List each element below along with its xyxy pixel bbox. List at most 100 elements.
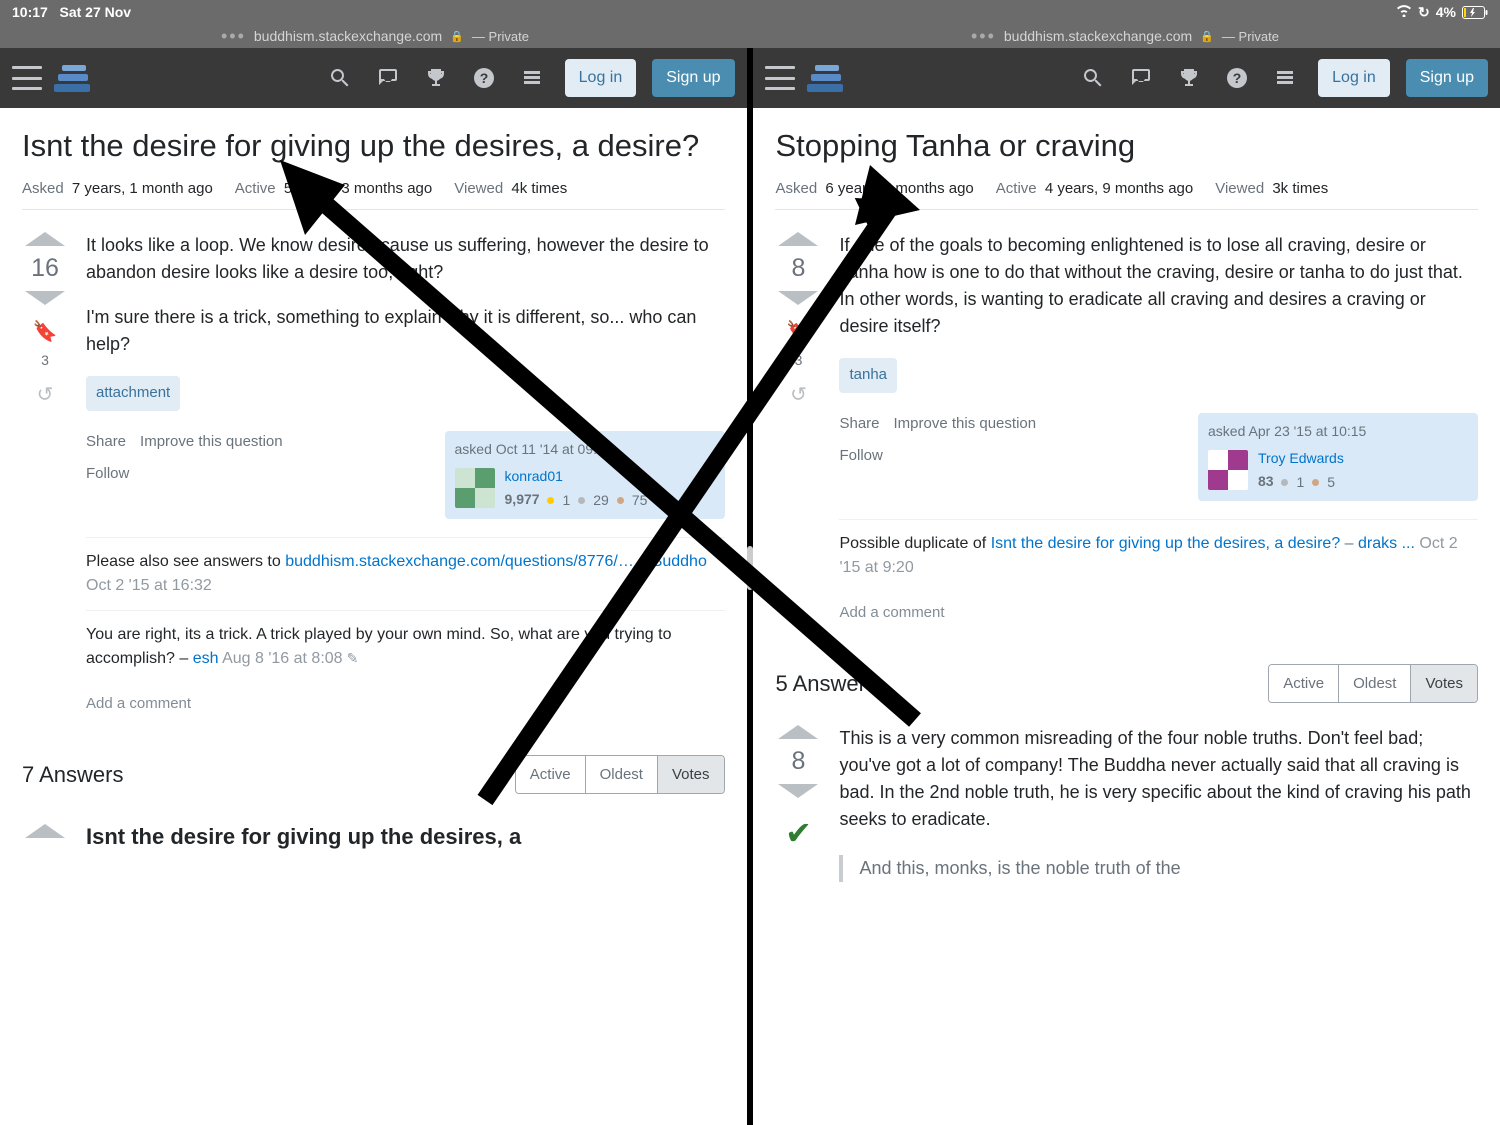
comments: Possible duplicate of Isnt the desire fo… bbox=[839, 519, 1478, 635]
trophy-icon[interactable] bbox=[423, 65, 449, 91]
trophy-icon[interactable] bbox=[1176, 65, 1202, 91]
lock-icon: 🔒 bbox=[450, 30, 464, 43]
question-title: Isnt the desire for giving up the desire… bbox=[22, 126, 725, 166]
search-icon[interactable] bbox=[327, 65, 353, 91]
sort-votes[interactable]: Votes bbox=[658, 756, 724, 793]
asked-timestamp: asked Apr 23 '15 at 10:15 bbox=[1208, 421, 1468, 442]
question-body: If one of the goals to becoming enlighte… bbox=[839, 232, 1478, 634]
user-card: asked Oct 11 '14 at 09:07 konrad01 9,977… bbox=[445, 431, 725, 519]
vote-column: 8 ✔ bbox=[775, 725, 821, 882]
site-logo[interactable] bbox=[54, 58, 90, 98]
upvote-button[interactable] bbox=[25, 232, 65, 246]
svg-text:?: ? bbox=[479, 70, 488, 86]
sort-votes[interactable]: Votes bbox=[1411, 665, 1477, 702]
bookmark-icon[interactable]: 🔖 bbox=[786, 319, 811, 344]
splitview-handle[interactable] bbox=[747, 546, 753, 590]
help-icon[interactable]: ? bbox=[1224, 65, 1250, 91]
improve-link[interactable]: Improve this question bbox=[894, 413, 1037, 436]
comment-user[interactable]: Buddho bbox=[652, 553, 707, 570]
user-link[interactable]: konrad01 bbox=[505, 466, 648, 487]
sort-oldest[interactable]: Oldest bbox=[586, 756, 658, 793]
comment: Please also see answers to buddhism.stac… bbox=[86, 537, 725, 610]
site-logo[interactable] bbox=[807, 58, 843, 98]
sort-oldest[interactable]: Oldest bbox=[1339, 665, 1411, 702]
comment-time: Aug 8 '16 at 8:08 bbox=[222, 650, 342, 667]
gold-badge-icon bbox=[547, 497, 554, 504]
community-icon[interactable] bbox=[1272, 65, 1298, 91]
avatar[interactable] bbox=[455, 468, 495, 508]
silver-badge-icon bbox=[578, 497, 585, 504]
sort-active[interactable]: Active bbox=[1269, 665, 1339, 702]
asked-timestamp: asked Oct 11 '14 at 09:07 bbox=[455, 439, 715, 460]
sort-tabs: Active Oldest Votes bbox=[1268, 664, 1478, 703]
accepted-icon: ✔ bbox=[785, 814, 812, 852]
tab-right[interactable]: ••• buddhism.stackexchange.com 🔒 — Priva… bbox=[750, 24, 1500, 48]
login-button[interactable]: Log in bbox=[1318, 59, 1390, 97]
comments: Please also see answers to buddhism.stac… bbox=[86, 537, 725, 726]
upvote-button[interactable] bbox=[778, 725, 818, 739]
comment-link[interactable]: buddhism.stackexchange.com/questions/877… bbox=[285, 553, 634, 570]
add-comment-link[interactable]: Add a comment bbox=[839, 592, 1478, 635]
signup-button[interactable]: Sign up bbox=[1406, 59, 1488, 97]
follow-link[interactable]: Follow bbox=[86, 463, 283, 486]
follow-link[interactable]: Follow bbox=[839, 445, 1036, 468]
content-right: Stopping Tanha or craving Asked 6 years,… bbox=[753, 108, 1500, 1125]
inbox-icon[interactable] bbox=[375, 65, 401, 91]
question-meta: Asked 6 years, 7 months ago Active 4 yea… bbox=[775, 180, 1478, 210]
sort-tabs: Active Oldest Votes bbox=[515, 755, 725, 794]
upvote-button[interactable] bbox=[25, 824, 65, 838]
answers-count: 7 Answers bbox=[22, 762, 124, 788]
downvote-button[interactable] bbox=[778, 291, 818, 305]
downvote-button[interactable] bbox=[25, 291, 65, 305]
tab-url: buddhism.stackexchange.com bbox=[254, 28, 442, 44]
duplicate-link[interactable]: Isnt the desire for giving up the desire… bbox=[991, 535, 1341, 552]
vote-column: 8 🔖 3 ↺ bbox=[775, 232, 821, 634]
bronze-badge-icon bbox=[617, 497, 624, 504]
improve-link[interactable]: Improve this question bbox=[140, 431, 283, 454]
edit-icon[interactable]: ✎ bbox=[347, 650, 359, 666]
tag[interactable]: tanha bbox=[839, 358, 897, 393]
sort-active[interactable]: Active bbox=[516, 756, 586, 793]
upvote-button[interactable] bbox=[778, 232, 818, 246]
downvote-button[interactable] bbox=[778, 784, 818, 798]
menu-icon[interactable] bbox=[12, 66, 42, 90]
community-icon[interactable] bbox=[519, 65, 545, 91]
vote-count: 16 bbox=[31, 254, 59, 283]
content-left: Isnt the desire for giving up the desire… bbox=[0, 108, 747, 1125]
battery-percent: 4% bbox=[1436, 4, 1456, 20]
vote-count: 8 bbox=[792, 254, 806, 283]
share-link[interactable]: Share bbox=[839, 413, 879, 436]
comment-user[interactable]: draks ... bbox=[1358, 535, 1415, 552]
bookmark-count: 3 bbox=[41, 352, 49, 368]
user-link[interactable]: Troy Edwards bbox=[1258, 448, 1344, 469]
svg-text:?: ? bbox=[1233, 70, 1242, 86]
question-meta: Asked 7 years, 1 month ago Active 5 year… bbox=[22, 180, 725, 210]
tab-left[interactable]: ••• buddhism.stackexchange.com 🔒 — Priva… bbox=[0, 24, 750, 48]
add-comment-link[interactable]: Add a comment bbox=[86, 683, 725, 726]
help-icon[interactable]: ? bbox=[471, 65, 497, 91]
search-icon[interactable] bbox=[1080, 65, 1106, 91]
question-title: Stopping Tanha or craving bbox=[775, 126, 1478, 166]
reputation: 83 1 5 bbox=[1258, 471, 1344, 493]
paragraph: If one of the goals to becoming enlighte… bbox=[839, 232, 1478, 340]
battery-icon bbox=[1462, 6, 1488, 19]
silver-badge-icon bbox=[1281, 479, 1288, 486]
comment-user[interactable]: esh bbox=[193, 650, 219, 667]
history-icon[interactable]: ↺ bbox=[790, 382, 807, 407]
tag[interactable]: attachment bbox=[86, 376, 180, 411]
paragraph: I'm sure there is a trick, something to … bbox=[86, 304, 725, 358]
history-icon[interactable]: ↺ bbox=[37, 382, 54, 407]
question-body: It looks like a loop. We know desires ca… bbox=[86, 232, 725, 725]
avatar[interactable] bbox=[1208, 450, 1248, 490]
tab-url: buddhism.stackexchange.com bbox=[1004, 28, 1192, 44]
bronze-badge-icon bbox=[1312, 479, 1319, 486]
login-button[interactable]: Log in bbox=[565, 59, 637, 97]
answer-title: Isnt the desire for giving up the desire… bbox=[86, 824, 521, 850]
menu-icon[interactable] bbox=[765, 66, 795, 90]
signup-button[interactable]: Sign up bbox=[652, 59, 734, 97]
answers-count: 5 Answers bbox=[775, 671, 877, 697]
bookmark-icon[interactable]: 🔖 bbox=[33, 319, 58, 344]
inbox-icon[interactable] bbox=[1128, 65, 1154, 91]
share-link[interactable]: Share bbox=[86, 431, 126, 454]
status-time: 10:17 Sat 27 Nov bbox=[12, 4, 1396, 20]
